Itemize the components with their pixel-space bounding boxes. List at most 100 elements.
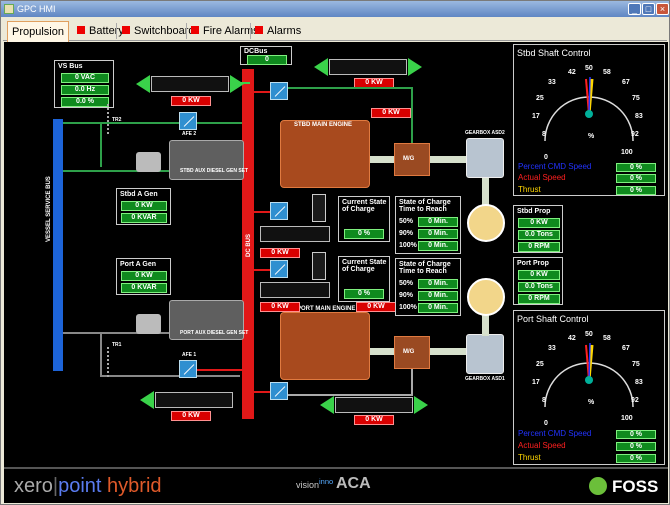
port-actual-label: Actual Speed (518, 441, 566, 450)
stbd-gen-kw: 0 KW (121, 201, 167, 211)
port-shaft-control-panel: Port Shaft Control 0 8 17 25 33 42 50 58… (513, 310, 665, 465)
vs-bus-frequency: 0.0 Hz (61, 85, 109, 95)
port-tick-17: 17 (532, 379, 540, 386)
alarm-indicator-icon (77, 26, 85, 34)
tab-switchboard[interactable]: Switchboard (118, 21, 195, 41)
kw-battery2: 0 KW (260, 302, 300, 312)
port-prop-panel: Port Prop 0 KW 0.0 Tons 0 RPM (513, 257, 563, 305)
port-gearbox-icon[interactable] (466, 334, 504, 374)
port-tick-75: 75 (632, 361, 640, 368)
tab-propulsion[interactable]: Propulsion (7, 21, 69, 42)
soc2-panel: State of Charge Time to Reach 50% 0 Min.… (395, 258, 461, 316)
charge2-panel: Current State of Charge 0 % (338, 256, 390, 302)
tab-fire-alarms[interactable]: Fire Alarms (187, 21, 259, 41)
vessel-service-bus (53, 119, 63, 371)
battery1-icon (312, 194, 326, 222)
port-gen-caption: PORT AUX DIESEL GEN SET (180, 330, 249, 336)
charge1-title: Current State of Charge (342, 199, 387, 213)
inverter-port-bottom-icon[interactable] (270, 382, 288, 400)
stbd-tick-33: 33 (548, 79, 556, 86)
inverter-stbd-top-icon[interactable] (270, 82, 288, 100)
tr1-label: TR1 (112, 342, 122, 348)
alarm-indicator-icon (255, 26, 263, 34)
afe1-label: AFE 1 (182, 352, 197, 358)
port-prop-title: Port Prop (517, 260, 549, 267)
close-button[interactable]: × (656, 3, 669, 15)
afe2-label: AFE 2 (182, 131, 197, 137)
stbd-tick-83: 83 (635, 113, 643, 120)
soc2-v2: 0 Min. (418, 291, 458, 301)
maximize-button[interactable]: □ (642, 3, 655, 15)
charge1-panel: Current State of Charge 0 % (338, 196, 390, 242)
port-gen-kvar: 0 KVAR (121, 283, 167, 293)
stbd-tick-0: 0 (544, 154, 548, 161)
battery2-converter-icon[interactable] (270, 260, 288, 278)
stbd-tick-25: 25 (536, 95, 544, 102)
title-bar: GPC HMI _ □ × (1, 1, 669, 17)
port-tick-100: 100 (621, 415, 633, 422)
soc1-p1: 50% (399, 218, 414, 225)
soc2-v3: 0 Min. (418, 303, 458, 313)
charge2-title: Current State of Charge (342, 259, 387, 273)
port-tick-67: 67 (622, 345, 630, 352)
stbd-actual-label: Actual Speed (518, 173, 566, 182)
innovision-logo: visioninno (296, 477, 334, 490)
port-main-engine[interactable] (280, 312, 370, 380)
stbd-tick-17: 17 (532, 113, 540, 120)
port-engine-label: PORT MAIN ENGINE (297, 306, 356, 312)
port-tick-8: 8 (542, 397, 546, 404)
stbd-cmd-value: 0 % (616, 163, 656, 172)
stbd-tick-42: 42 (568, 69, 576, 76)
app-window: GPC HMI _ □ × Propulsion Battery Switchb… (0, 0, 670, 505)
stbd-shaft-control-panel: Stbd Shaft Control 0 8 17 25 33 42 50 58… (513, 44, 665, 196)
kw-bottom-left: 0 KW (171, 411, 211, 421)
port-speed-gauge (544, 342, 634, 408)
stbd-unit: % (588, 133, 595, 140)
tab-bar: Propulsion Battery Switchboard Fire Alar… (3, 19, 667, 42)
soc1-v2: 0 Min. (418, 229, 458, 239)
tab-alarms[interactable]: Alarms (251, 21, 301, 41)
stbd-prop-kw: 0 KW (518, 218, 560, 228)
soc2-v1: 0 Min. (418, 279, 458, 289)
afe2-converter-icon[interactable] (179, 112, 197, 130)
port-tick-83: 83 (635, 379, 643, 386)
stbd-main-engine[interactable] (280, 120, 370, 188)
stbd-prop-tons: 0.0 Tons (518, 230, 560, 240)
gearbox-port-label: GEARBOX ASD1 (465, 376, 505, 382)
battery1-converter-icon[interactable] (270, 202, 288, 220)
alarm-indicator-icon (122, 26, 130, 34)
dcbus-panel: DCBus 0 (240, 46, 292, 65)
charge2-value: 0 % (344, 289, 384, 299)
soc2-p3: 100% (399, 304, 417, 311)
port-gen-panel: Port A Gen 0 KW 0 KVAR (116, 258, 171, 295)
stbd-thrust-value: 0 % (616, 186, 656, 195)
stbd-shaft-title: Stbd Shaft Control (517, 48, 591, 58)
power-bar-top-left (151, 76, 229, 92)
battery2-icon (312, 252, 326, 280)
stbd-gen-kvar: 0 KVAR (121, 213, 167, 223)
stbd-tick-50: 50 (585, 65, 593, 72)
minimize-button[interactable]: _ (628, 3, 641, 15)
kw-stbd-engine: 0 KW (371, 108, 411, 118)
alarm-indicator-icon (191, 26, 199, 34)
dcbus-value: 0 (247, 55, 287, 65)
port-propeller-icon (467, 278, 505, 316)
soc2-p1: 50% (399, 280, 414, 287)
stbd-tick-8: 8 (542, 131, 546, 138)
soc2-title: State of Charge Time to Reach (399, 261, 451, 275)
port-tick-0: 0 (544, 420, 548, 427)
stbd-tick-100: 100 (621, 149, 633, 156)
stbd-engine-label: STBD MAIN ENGINE (294, 122, 353, 128)
port-actual-value: 0 % (616, 442, 656, 451)
stbd-gearbox-icon[interactable] (466, 138, 504, 178)
soc1-v3: 0 Min. (418, 241, 458, 251)
afe1-converter-icon[interactable] (179, 360, 197, 378)
vessel-bus-label: VESSEL SERVICE BUS (46, 176, 52, 242)
soc1-v1: 0 Min. (418, 217, 458, 227)
soc1-p3: 100% (399, 242, 417, 249)
stbd-cmd-label: Percent CMD Speed (518, 162, 592, 171)
port-thrust-label: Thrust (518, 453, 541, 462)
stbd-thrust-label: Thrust (518, 185, 541, 194)
port-gen-kw: 0 KW (121, 271, 167, 281)
app-icon (4, 4, 14, 14)
